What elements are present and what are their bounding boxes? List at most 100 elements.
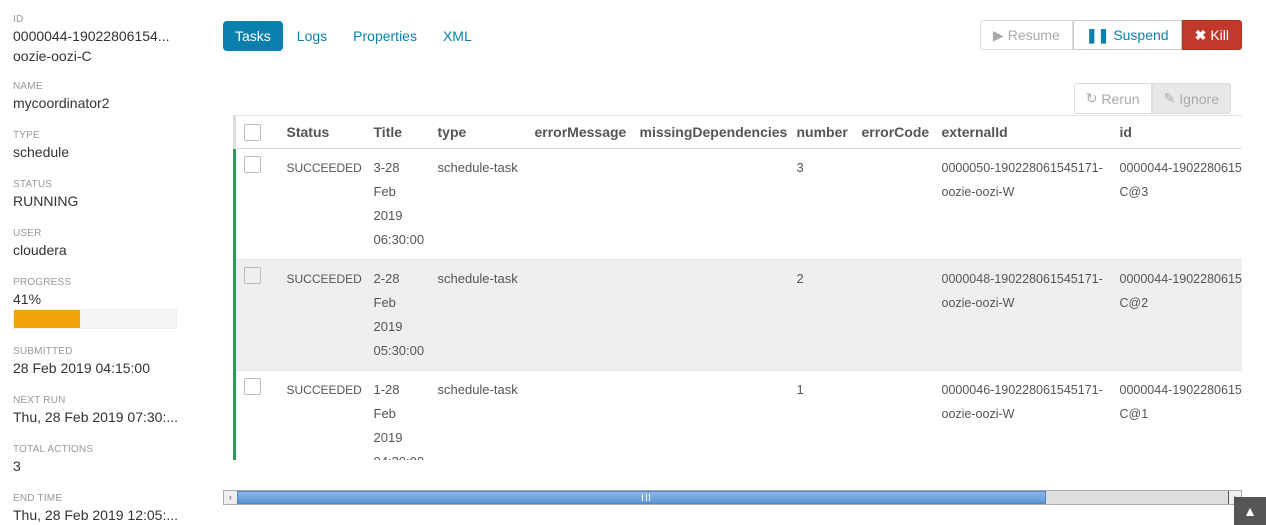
task-id: 0000044-19022806154 oozie-oozi-C@3 — [1111, 148, 1242, 260]
rerun-button[interactable]: ↻ Rerun — [1073, 83, 1152, 114]
task-error-message — [526, 259, 632, 371]
eraser-icon: ✎ — [1163, 90, 1176, 106]
tab-logs[interactable]: Logs — [285, 21, 339, 51]
tab-properties[interactable]: Properties — [341, 21, 429, 51]
task-type: schedule-task — [429, 370, 527, 460]
horizontal-scrollbar[interactable]: ‹ › — [223, 490, 1242, 505]
submitted-label: SUBMITTED — [13, 346, 73, 357]
column-header-status[interactable]: Status — [278, 115, 366, 149]
pause-icon: ❚❚ — [1085, 27, 1110, 43]
column-header-number[interactable]: number — [788, 115, 854, 149]
resume-label: Resume — [1007, 27, 1060, 43]
name-field: NAME mycoordinator2 — [13, 81, 183, 113]
kill-button[interactable]: ✖ Kill — [1181, 20, 1242, 50]
progress-label: PROGRESS — [13, 277, 72, 288]
row-select-cell — [233, 259, 279, 371]
row-checkbox[interactable] — [244, 156, 261, 173]
task-number: 1 — [788, 370, 854, 460]
task-title: 2-28 Feb 2019 05:30:00 — [365, 259, 430, 371]
task-missing-dependencies — [631, 259, 789, 371]
submitted-value: 28 Feb 2019 04:15:00 — [13, 360, 151, 376]
id-field: ID 0000044-19022806154... oozie-oozi-C — [13, 14, 183, 66]
tab-xml[interactable]: XML — [431, 21, 484, 51]
task-id: 0000044-19022806154 oozie-oozi-C@1 — [1111, 370, 1242, 460]
tasks-table-container: Status Title type errorMessage missingDe… — [233, 115, 1242, 460]
task-status: SUCCEEDED — [278, 259, 366, 371]
column-header-error-message[interactable]: errorMessage — [526, 115, 632, 149]
select-all-cell — [233, 115, 279, 149]
end-time-label: END TIME — [13, 493, 63, 504]
status-label: STATUS — [13, 179, 53, 190]
refresh-icon: ↻ — [1085, 90, 1098, 106]
task-external-id[interactable]: 0000048-190228061545171-oozie-oozi-W — [933, 259, 1112, 371]
column-header-error-code[interactable]: errorCode — [853, 115, 934, 149]
task-title: 3-28 Feb 2019 06:30:00 — [365, 148, 430, 260]
back-to-top-button[interactable]: ▲ — [1234, 497, 1266, 525]
column-header-external-id[interactable]: externalId — [933, 115, 1112, 149]
progress-value: 41% — [13, 291, 42, 307]
user-field: USER cloudera — [13, 228, 183, 260]
progress-field: PROGRESS 41% — [13, 277, 183, 329]
task-external-id[interactable]: 0000050-190228061545171-oozie-oozi-W — [933, 148, 1112, 260]
user-label: USER — [13, 228, 42, 239]
row-checkbox[interactable] — [244, 267, 261, 284]
end-time-field: END TIME Thu, 28 Feb 2019 12:05:... — [13, 493, 183, 525]
table-row[interactable]: SUCCEEDED 2-28 Feb 2019 05:30:00 schedul… — [233, 259, 1242, 371]
column-header-missing-dependencies[interactable]: missingDependencies — [631, 115, 789, 149]
task-number: 3 — [788, 148, 854, 260]
task-error-message — [526, 148, 632, 260]
task-external-id[interactable]: 0000046-190228061545171-oozie-oozi-W — [933, 370, 1112, 460]
id-label: ID — [13, 14, 24, 25]
suspend-button[interactable]: ❚❚ Suspend — [1072, 20, 1182, 50]
task-type: schedule-task — [429, 148, 527, 260]
name-label: NAME — [13, 81, 43, 92]
coordinator-info-panel: ID 0000044-19022806154... oozie-oozi-C N… — [13, 14, 183, 525]
task-error-message — [526, 370, 632, 460]
scrollbar-thumb[interactable] — [237, 491, 1046, 504]
play-icon: ▶ — [992, 27, 1004, 43]
table-row[interactable]: SUCCEEDED 1-28 Feb 2019 04:30:00 schedul… — [233, 370, 1242, 460]
kill-label: Kill — [1210, 27, 1229, 43]
task-error-code — [853, 370, 934, 460]
task-error-code — [853, 259, 934, 371]
ignore-label: Ignore — [1179, 90, 1219, 107]
submitted-field: SUBMITTED 28 Feb 2019 04:15:00 — [13, 346, 183, 378]
status-field: STATUS RUNNING — [13, 179, 183, 211]
resume-button[interactable]: ▶ Resume — [979, 20, 1073, 50]
next-run-label: NEXT RUN — [13, 395, 66, 406]
task-number: 2 — [788, 259, 854, 371]
row-checkbox[interactable] — [244, 378, 261, 395]
tab-tasks[interactable]: Tasks — [223, 21, 283, 51]
row-select-cell — [233, 370, 279, 460]
row-select-cell — [233, 148, 279, 260]
id-value-suffix: oozie-oozi-C — [13, 48, 92, 64]
total-actions-label: TOTAL ACTIONS — [13, 444, 94, 455]
ignore-button[interactable]: ✎ Ignore — [1151, 83, 1231, 114]
select-all-checkbox[interactable] — [244, 124, 261, 141]
type-value: schedule — [13, 144, 70, 160]
id-value: 0000044-19022806154... — [13, 28, 170, 44]
type-field: TYPE schedule — [13, 130, 183, 162]
column-header-type[interactable]: type — [429, 115, 527, 149]
user-value: cloudera — [13, 242, 67, 258]
column-header-title[interactable]: Title — [365, 115, 430, 149]
total-actions-field: TOTAL ACTIONS 3 — [13, 444, 183, 476]
next-run-value: Thu, 28 Feb 2019 07:30:... — [13, 409, 179, 425]
table-row[interactable]: SUCCEEDED 3-28 Feb 2019 06:30:00 schedul… — [233, 148, 1242, 260]
total-actions-value: 3 — [13, 458, 21, 474]
close-icon: ✖ — [1194, 27, 1207, 43]
task-missing-dependencies — [631, 370, 789, 460]
progress-bar — [13, 309, 177, 329]
column-header-id[interactable]: id — [1111, 115, 1242, 149]
task-error-code — [853, 148, 934, 260]
type-label: TYPE — [13, 130, 40, 141]
scroll-left-button[interactable]: ‹ — [224, 491, 237, 504]
next-run-field: NEXT RUN Thu, 28 Feb 2019 07:30:... — [13, 395, 183, 427]
job-action-buttons: ▶ Resume ❚❚ Suspend ✖ Kill — [979, 20, 1242, 50]
name-value: mycoordinator2 — [13, 95, 110, 111]
task-status: SUCCEEDED — [278, 370, 366, 460]
suspend-label: Suspend — [1113, 27, 1169, 43]
task-title: 1-28 Feb 2019 04:30:00 — [365, 370, 430, 460]
rerun-label: Rerun — [1101, 90, 1140, 107]
table-header-row: Status Title type errorMessage missingDe… — [233, 115, 1242, 149]
